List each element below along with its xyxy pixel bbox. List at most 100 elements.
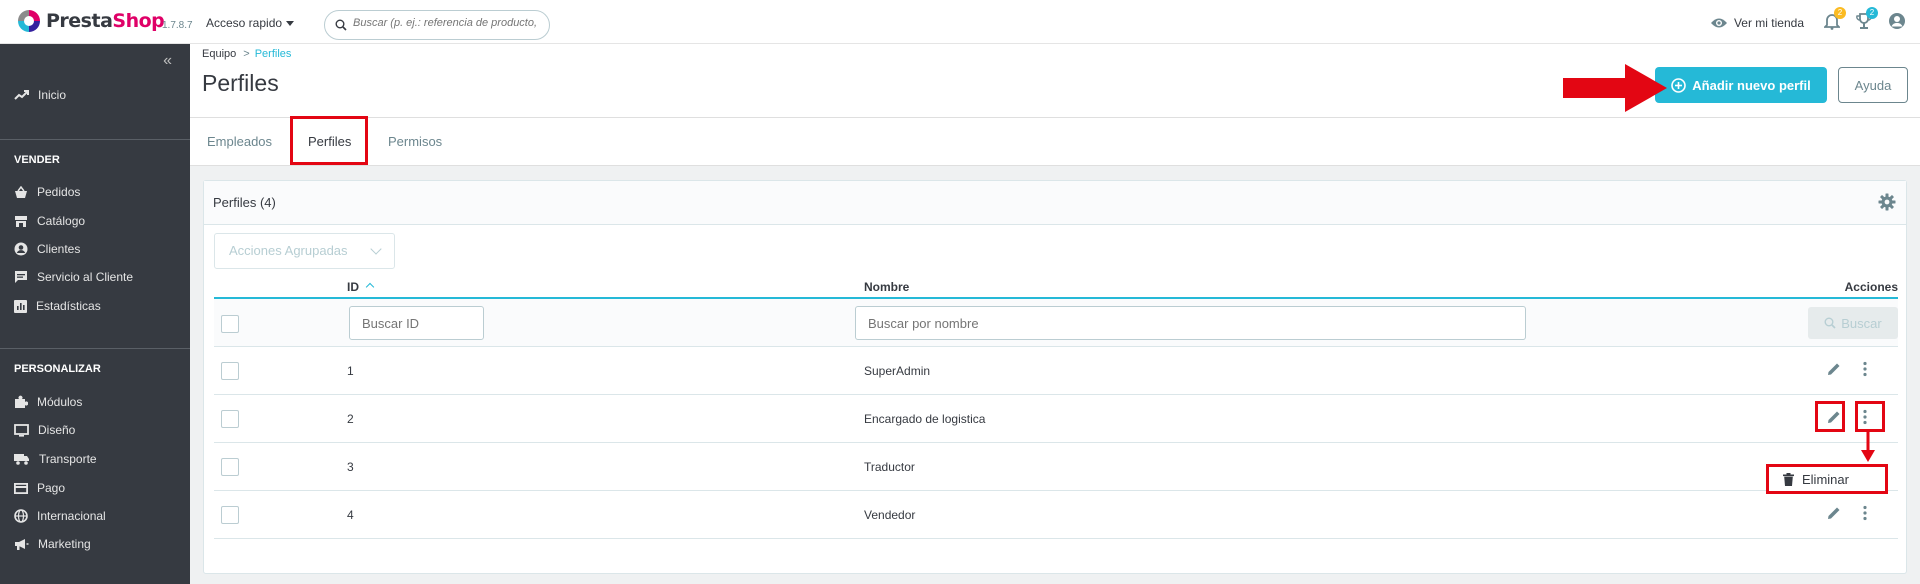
profiles-panel: Perfiles (4) Acciones Agrupadas ID Nombr… bbox=[203, 180, 1907, 574]
select-all-checkbox[interactable] bbox=[221, 315, 239, 333]
trash-icon bbox=[1783, 472, 1794, 486]
orders-badge: 2 bbox=[1866, 7, 1878, 19]
notifications-button[interactable]: 2 bbox=[1822, 7, 1846, 33]
tab-empleados[interactable]: Empleados bbox=[207, 118, 272, 166]
sidebar: « Inicio VENDER Pedidos Catálogo Cliente… bbox=[0, 44, 190, 584]
view-shop-link[interactable]: Ver mi tienda bbox=[1710, 16, 1804, 30]
row-name: Vendedor bbox=[864, 508, 916, 522]
prestashop-logo[interactable]: PrestaShop bbox=[18, 10, 165, 32]
sidebar-item-internacional[interactable]: Internacional bbox=[14, 509, 106, 523]
more-vertical-icon[interactable] bbox=[1862, 505, 1868, 521]
table-row: 1 SuperAdmin bbox=[214, 347, 1898, 395]
prestashop-logo-icon bbox=[18, 10, 40, 32]
globe-icon bbox=[14, 509, 28, 523]
header-search[interactable] bbox=[324, 10, 550, 40]
sidebar-item-servicio-cliente[interactable]: Servicio al Cliente bbox=[14, 270, 133, 284]
tab-permisos[interactable]: Permisos bbox=[388, 118, 442, 166]
add-circle-icon bbox=[1671, 77, 1687, 93]
sidebar-item-diseno[interactable]: Diseño bbox=[14, 423, 75, 437]
store-icon bbox=[15, 215, 27, 227]
annotation-arrow-right bbox=[1563, 64, 1667, 112]
user-circle-icon bbox=[1889, 13, 1905, 29]
filter-id-input[interactable] bbox=[349, 306, 484, 340]
row-name: SuperAdmin bbox=[864, 364, 931, 378]
row-id: 3 bbox=[347, 460, 354, 474]
table-row: 4 Vendedor bbox=[214, 491, 1898, 539]
breadcrumb: Equipo > Perfiles bbox=[202, 48, 291, 60]
add-profile-button[interactable]: Añadir nuevo perfil bbox=[1655, 67, 1827, 103]
row-id: 1 bbox=[347, 364, 354, 378]
sidebar-item-marketing[interactable]: Marketing bbox=[14, 537, 91, 551]
search-icon bbox=[1824, 317, 1836, 329]
sidebar-item-transporte[interactable]: Transporte bbox=[14, 452, 97, 466]
column-actions: Acciones bbox=[1844, 280, 1898, 294]
row-checkbox[interactable] bbox=[221, 506, 239, 524]
filter-row: Buscar bbox=[214, 299, 1898, 347]
chevron-down-icon bbox=[370, 243, 382, 255]
annotation-highlight-tab bbox=[290, 116, 368, 165]
row-checkbox[interactable] bbox=[221, 410, 239, 428]
sidebar-item-clientes[interactable]: Clientes bbox=[14, 242, 80, 256]
row-id: 2 bbox=[347, 412, 354, 426]
trending-up-icon bbox=[14, 90, 29, 100]
page-title: Perfiles bbox=[202, 70, 279, 96]
more-vertical-icon[interactable] bbox=[1862, 361, 1868, 377]
row-name: Traductor bbox=[864, 460, 915, 474]
breadcrumb-separator: > bbox=[243, 48, 250, 60]
sort-ascending-icon[interactable] bbox=[365, 282, 375, 292]
table-row: 3 Traductor bbox=[214, 443, 1898, 491]
column-name[interactable]: Nombre bbox=[864, 280, 909, 294]
sidebar-item-estadisticas[interactable]: Estadísticas bbox=[14, 299, 101, 313]
megaphone-icon bbox=[15, 538, 29, 550]
search-input[interactable] bbox=[353, 17, 543, 29]
quick-access-dropdown[interactable]: Acceso rapido bbox=[206, 16, 295, 30]
sidebar-item-pago[interactable]: Pago bbox=[14, 481, 65, 495]
user-menu[interactable] bbox=[1888, 12, 1906, 33]
row-actions-dropdown: Eliminar bbox=[1766, 464, 1888, 494]
sidebar-item-modulos[interactable]: Módulos bbox=[14, 395, 82, 409]
account-circle-icon bbox=[14, 242, 28, 256]
version-label: 1.7.8.7 bbox=[162, 20, 193, 31]
monitor-icon bbox=[14, 423, 29, 437]
edit-icon[interactable] bbox=[1826, 505, 1842, 521]
bulk-actions-dropdown[interactable]: Acciones Agrupadas bbox=[214, 233, 395, 269]
truck-icon bbox=[14, 454, 29, 465]
gear-icon[interactable] bbox=[1878, 193, 1896, 211]
notifications-badge: 2 bbox=[1834, 7, 1846, 19]
help-button[interactable]: Ayuda bbox=[1838, 67, 1908, 103]
sidebar-divider bbox=[0, 348, 190, 349]
header-right: Ver mi tienda 2 2 bbox=[1710, 7, 1920, 33]
top-header: PrestaShop 1.7.8.7 Acceso rapido Ver mi … bbox=[0, 0, 1920, 44]
annotation-highlight-edit bbox=[1815, 401, 1845, 432]
delete-menu-item[interactable]: Eliminar bbox=[1802, 472, 1849, 487]
breadcrumb-parent[interactable]: Equipo bbox=[202, 48, 236, 60]
row-checkbox[interactable] bbox=[221, 458, 239, 476]
orders-button[interactable]: 2 bbox=[1856, 7, 1878, 33]
logo-text: PrestaShop bbox=[46, 10, 165, 32]
sidebar-divider bbox=[0, 139, 190, 140]
panel-header: Perfiles (4) bbox=[204, 181, 1906, 225]
edit-icon[interactable] bbox=[1826, 361, 1842, 377]
breadcrumb-current[interactable]: Perfiles bbox=[255, 48, 292, 60]
sidebar-collapse-button[interactable]: « bbox=[163, 52, 172, 70]
sidebar-item-inicio[interactable]: Inicio bbox=[14, 88, 66, 102]
basket-icon bbox=[15, 185, 27, 198]
tabs-bar: Empleados Perfiles Permisos bbox=[190, 118, 1920, 166]
sidebar-item-catalogo[interactable]: Catálogo bbox=[14, 214, 85, 228]
filter-name-input[interactable] bbox=[855, 306, 1526, 340]
row-id: 4 bbox=[347, 508, 354, 522]
bar-chart-icon bbox=[14, 299, 27, 313]
row-checkbox[interactable] bbox=[221, 362, 239, 380]
sidebar-item-pedidos[interactable]: Pedidos bbox=[14, 185, 80, 199]
panel-title: Perfiles (4) bbox=[213, 195, 276, 210]
search-button[interactable]: Buscar bbox=[1808, 307, 1898, 339]
sidebar-section-customize: PERSONALIZAR bbox=[14, 363, 101, 375]
row-name: Encargado de logistica bbox=[864, 412, 986, 426]
table-row: 2 Encargado de logistica bbox=[214, 395, 1898, 443]
puzzle-icon bbox=[15, 395, 28, 408]
column-id[interactable]: ID bbox=[347, 280, 375, 294]
sidebar-section-sell: VENDER bbox=[14, 154, 60, 166]
table-header: ID Nombre Acciones bbox=[214, 273, 1898, 299]
annotation-arrow-down bbox=[1861, 430, 1875, 462]
chat-icon bbox=[15, 271, 27, 283]
